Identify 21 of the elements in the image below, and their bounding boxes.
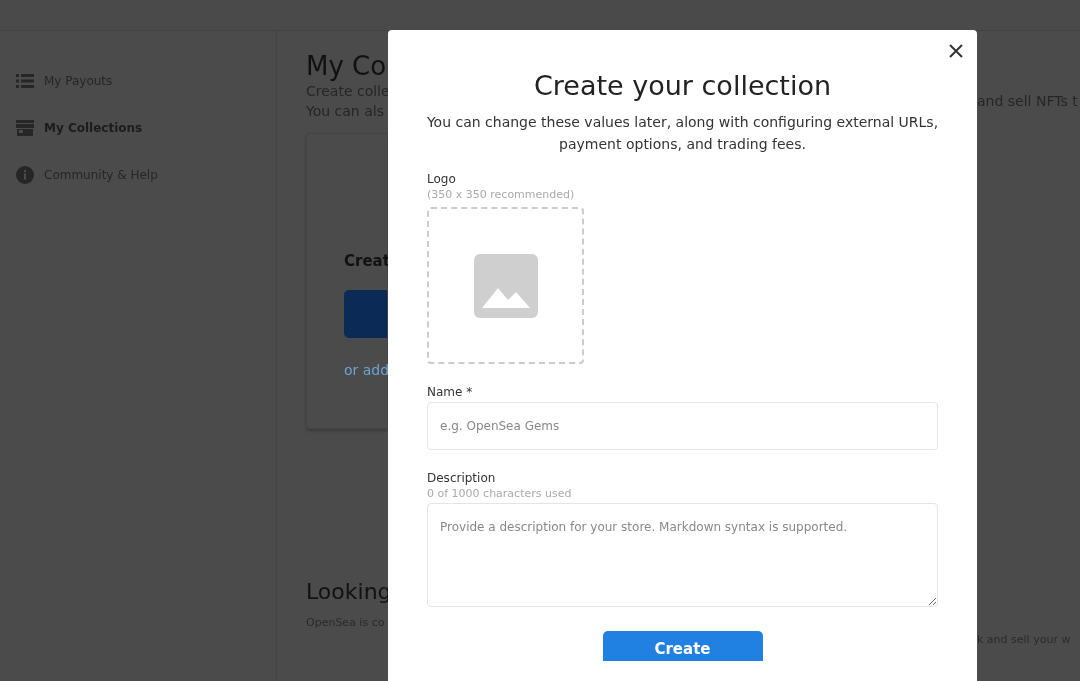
card-link[interactable]: or add (344, 362, 387, 378)
section-title: Looking (306, 579, 387, 604)
name-input[interactable]: e.g. OpenSea Gems (427, 402, 938, 450)
dialog-title: Create your collection (533, 70, 832, 101)
logo-upload-area[interactable] (427, 207, 584, 364)
store-icon (16, 120, 34, 136)
close-button[interactable] (949, 44, 963, 58)
card-title: Creat (344, 252, 387, 270)
field-label: Logo (427, 172, 456, 186)
create-button[interactable]: Create (602, 631, 763, 661)
field-label: Description (427, 471, 496, 485)
page-title: My Co (306, 51, 387, 81)
field-hint: (350 x 350 recommended) (427, 188, 575, 201)
info-icon (16, 166, 34, 184)
dialog-subtitle: You can change these values later, along with configuring external URLs, payment options, and trading fees. (425, 113, 940, 154)
card-button[interactable] (344, 290, 387, 338)
character-counter: 0 of 1000 characters used (427, 487, 572, 500)
image-icon (473, 253, 538, 318)
field-label: Name * (427, 385, 473, 399)
list-icon (16, 73, 34, 89)
description-input[interactable]: Provide a description for your store. Markdown syntax is supported. (427, 503, 938, 607)
